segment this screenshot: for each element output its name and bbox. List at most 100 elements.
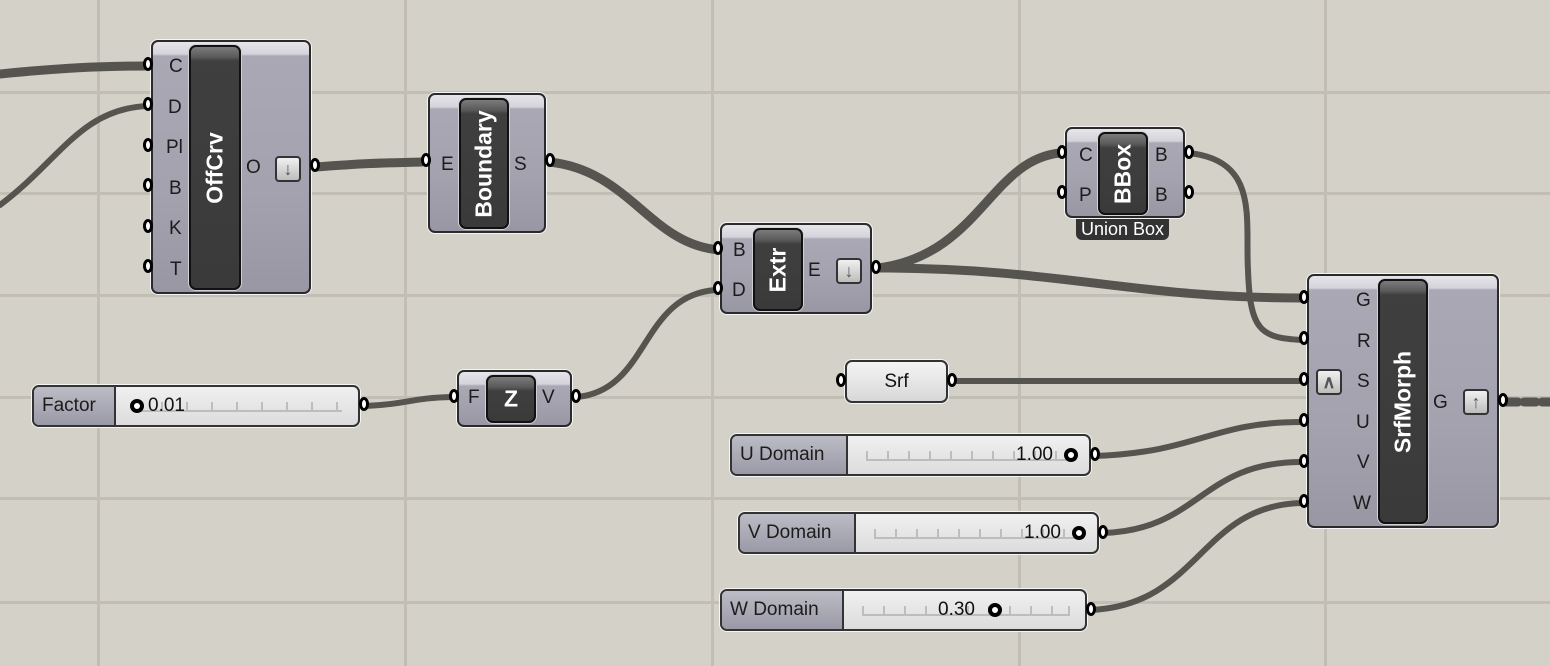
srfmorph-component[interactable]: SrfMorph G R S U V W ∧ G ↑ bbox=[1307, 274, 1499, 528]
output-label: B bbox=[1155, 185, 1168, 206]
slider-tick bbox=[929, 451, 931, 459]
grasshopper-canvas[interactable]: OffCrv C D Pl B K T O ↓ Boundary E S Ext… bbox=[0, 0, 1550, 666]
input-grip[interactable] bbox=[1299, 372, 1311, 390]
output-label: O bbox=[246, 157, 261, 178]
input-grip[interactable] bbox=[1057, 185, 1069, 203]
output-grip[interactable] bbox=[1184, 145, 1196, 163]
wire-extr-srfmorph-g bbox=[873, 263, 1307, 303]
slider-tick bbox=[862, 606, 864, 614]
output-grip[interactable] bbox=[1184, 185, 1196, 203]
wire-to-offcrv-d bbox=[0, 103, 149, 208]
output-grip[interactable] bbox=[947, 373, 959, 391]
slider-tick bbox=[286, 402, 288, 410]
flatten-icon[interactable]: ↓ bbox=[275, 156, 301, 182]
slider-tick bbox=[937, 529, 939, 537]
slider-tick bbox=[211, 402, 213, 410]
extr-component[interactable]: Extr B D E ↓ bbox=[720, 223, 872, 314]
slider-label: U Domain bbox=[732, 436, 848, 474]
slider-tick bbox=[916, 529, 918, 537]
wire-udomain-srfmorph-u bbox=[1092, 419, 1305, 459]
flatten-icon[interactable]: ↓ bbox=[836, 258, 862, 284]
offcrv-component[interactable]: OffCrv C D Pl B K T O ↓ bbox=[151, 40, 311, 294]
slider-tick bbox=[1009, 606, 1011, 614]
output-grip[interactable] bbox=[871, 260, 883, 278]
extr-nickname[interactable]: Extr bbox=[753, 228, 803, 311]
output-grip[interactable] bbox=[1090, 447, 1102, 465]
unit-z-nickname[interactable]: Z bbox=[486, 375, 536, 423]
input-grip[interactable] bbox=[1299, 413, 1311, 431]
input-grip[interactable] bbox=[1299, 454, 1311, 472]
slider-tick bbox=[336, 402, 338, 410]
offcrv-nickname[interactable]: OffCrv bbox=[189, 45, 241, 290]
output-grip[interactable] bbox=[1098, 525, 1110, 543]
slider-knob[interactable] bbox=[988, 603, 1002, 617]
slider-tick bbox=[979, 529, 981, 537]
wire-vdomain-srfmorph-v bbox=[1100, 459, 1305, 536]
slider-tick bbox=[992, 451, 994, 459]
u-domain-slider[interactable]: U Domain 1.00 bbox=[730, 434, 1091, 476]
output-label: B bbox=[1155, 145, 1168, 166]
slider-tick bbox=[236, 402, 238, 410]
slider-knob[interactable] bbox=[1064, 448, 1078, 462]
input-grip[interactable] bbox=[143, 259, 155, 277]
input-label: T bbox=[170, 259, 182, 280]
output-grip[interactable] bbox=[545, 153, 557, 171]
output-grip[interactable] bbox=[1498, 393, 1510, 411]
input-grip[interactable] bbox=[143, 138, 155, 156]
boundary-nickname[interactable]: Boundary bbox=[459, 98, 509, 229]
slider-knob[interactable] bbox=[130, 399, 144, 413]
input-grip[interactable] bbox=[421, 153, 433, 171]
factor-slider[interactable]: Factor 0.01 bbox=[32, 385, 360, 427]
input-grip[interactable] bbox=[713, 241, 725, 259]
input-grip[interactable] bbox=[1299, 331, 1311, 349]
slider-tick bbox=[261, 402, 263, 410]
input-label: B bbox=[169, 178, 182, 199]
boundary-component[interactable]: Boundary E S bbox=[428, 93, 546, 233]
slider-tick bbox=[887, 451, 889, 459]
slider-tick bbox=[895, 529, 897, 537]
input-label: S bbox=[1357, 371, 1370, 392]
slider-tick bbox=[1068, 606, 1070, 614]
input-grip[interactable] bbox=[1299, 290, 1311, 308]
srf-param[interactable]: Srf bbox=[845, 360, 948, 403]
reparameterize-icon[interactable]: ∧ bbox=[1316, 369, 1342, 395]
w-domain-slider[interactable]: W Domain 0.30 bbox=[720, 589, 1087, 631]
input-label: D bbox=[168, 97, 182, 118]
graft-icon[interactable]: ↑ bbox=[1463, 389, 1489, 415]
input-grip[interactable] bbox=[143, 178, 155, 196]
slider-tick bbox=[874, 529, 876, 537]
output-grip[interactable] bbox=[359, 397, 371, 415]
input-grip[interactable] bbox=[143, 57, 155, 75]
srfmorph-nickname[interactable]: SrfMorph bbox=[1378, 279, 1428, 524]
slider-knob[interactable] bbox=[1072, 526, 1086, 540]
input-label: V bbox=[1357, 452, 1370, 473]
input-label: C bbox=[169, 56, 183, 77]
input-grip[interactable] bbox=[143, 219, 155, 237]
bbox-component[interactable]: BBox C P B B bbox=[1065, 127, 1185, 218]
slider-tick bbox=[866, 451, 868, 459]
input-grip[interactable] bbox=[1057, 145, 1069, 163]
slider-tick bbox=[883, 606, 885, 614]
wire-bbox-srfmorph-r bbox=[1185, 150, 1305, 343]
v-domain-slider[interactable]: V Domain 1.00 bbox=[738, 512, 1099, 554]
input-grip[interactable] bbox=[143, 97, 155, 115]
unit-z-component[interactable]: Z F V bbox=[457, 370, 572, 427]
input-label: F bbox=[468, 387, 480, 408]
bbox-nickname[interactable]: BBox bbox=[1098, 132, 1148, 215]
input-label: C bbox=[1079, 145, 1093, 166]
output-label: G bbox=[1433, 392, 1448, 413]
output-grip[interactable] bbox=[310, 158, 322, 176]
slider-tick bbox=[1030, 606, 1032, 614]
slider-value: 0.01 bbox=[148, 395, 185, 416]
input-grip[interactable] bbox=[1299, 494, 1311, 512]
input-grip[interactable] bbox=[713, 281, 725, 299]
input-label: P bbox=[1079, 185, 1092, 206]
slider-tick bbox=[971, 451, 973, 459]
slider-tick bbox=[311, 402, 313, 410]
output-grip[interactable] bbox=[1086, 602, 1098, 620]
input-grip[interactable] bbox=[449, 389, 461, 407]
slider-tick bbox=[904, 606, 906, 614]
output-grip[interactable] bbox=[571, 389, 583, 407]
input-grip[interactable] bbox=[836, 373, 848, 391]
input-label: E bbox=[441, 154, 454, 175]
